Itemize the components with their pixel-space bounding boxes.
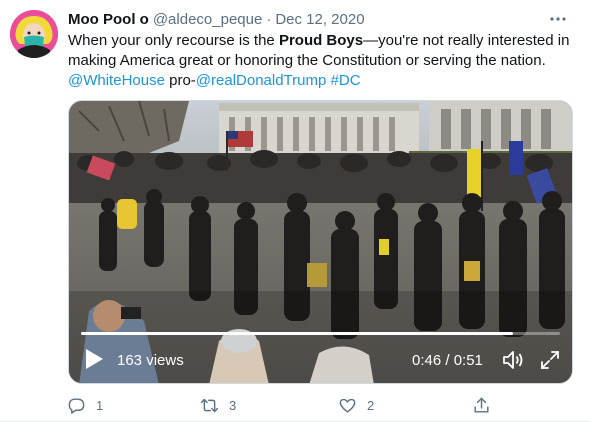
video-time: 0:46 / 0:51	[412, 352, 483, 369]
video-player[interactable]: 163 views 0:46 / 0:51	[68, 100, 573, 384]
tweet-date[interactable]: Dec 12, 2020	[275, 11, 364, 28]
fullscreen-icon[interactable]	[539, 349, 561, 371]
comment-icon	[68, 397, 85, 414]
volume-icon[interactable]	[501, 349, 525, 371]
avatar[interactable]	[10, 10, 58, 58]
hashtag-dc[interactable]: #DC	[331, 72, 361, 89]
video-frame	[69, 101, 572, 383]
display-name[interactable]: Moo Pool o	[68, 11, 149, 28]
tweet-text-bold: Proud Boys	[278, 32, 364, 49]
retweet-button[interactable]: 3	[200, 393, 236, 417]
view-count: 163 views	[117, 352, 184, 369]
ellipsis-icon[interactable]	[546, 9, 570, 29]
reply-button[interactable]: 1	[67, 393, 103, 417]
play-icon[interactable]	[83, 347, 105, 371]
like-count: 2	[367, 397, 375, 413]
heart-icon	[339, 398, 356, 413]
tweet-header: Moo Pool o @aldeco_peque · Dec 12, 2020	[68, 9, 570, 29]
avatar-image	[10, 10, 58, 58]
separator-dot: ·	[266, 10, 272, 28]
like-button[interactable]: 2	[338, 393, 374, 417]
retweet-icon	[200, 398, 219, 412]
video-progress-fill	[81, 332, 514, 335]
tweet-card[interactable]: Moo Pool o @aldeco_peque · Dec 12, 2020 …	[0, 0, 590, 422]
tweet-text-part: When your only recourse is the	[68, 32, 279, 49]
tweet-actions: 1 3 2	[58, 393, 508, 417]
mention-whitehouse[interactable]: @WhiteHouse	[68, 72, 165, 89]
tweet-text: When your only recourse is the Proud Boy…	[68, 31, 573, 91]
retweet-count: 3	[229, 397, 237, 413]
mention-realdonaldtrump[interactable]: @realDonaldTrump	[196, 72, 327, 89]
reply-count: 1	[96, 397, 104, 413]
share-button[interactable]	[472, 393, 491, 417]
tweet-text-part: pro-	[164, 72, 196, 89]
share-icon	[474, 397, 489, 413]
video-progress-bar[interactable]	[81, 332, 560, 335]
user-handle[interactable]: @aldeco_peque	[153, 11, 262, 28]
